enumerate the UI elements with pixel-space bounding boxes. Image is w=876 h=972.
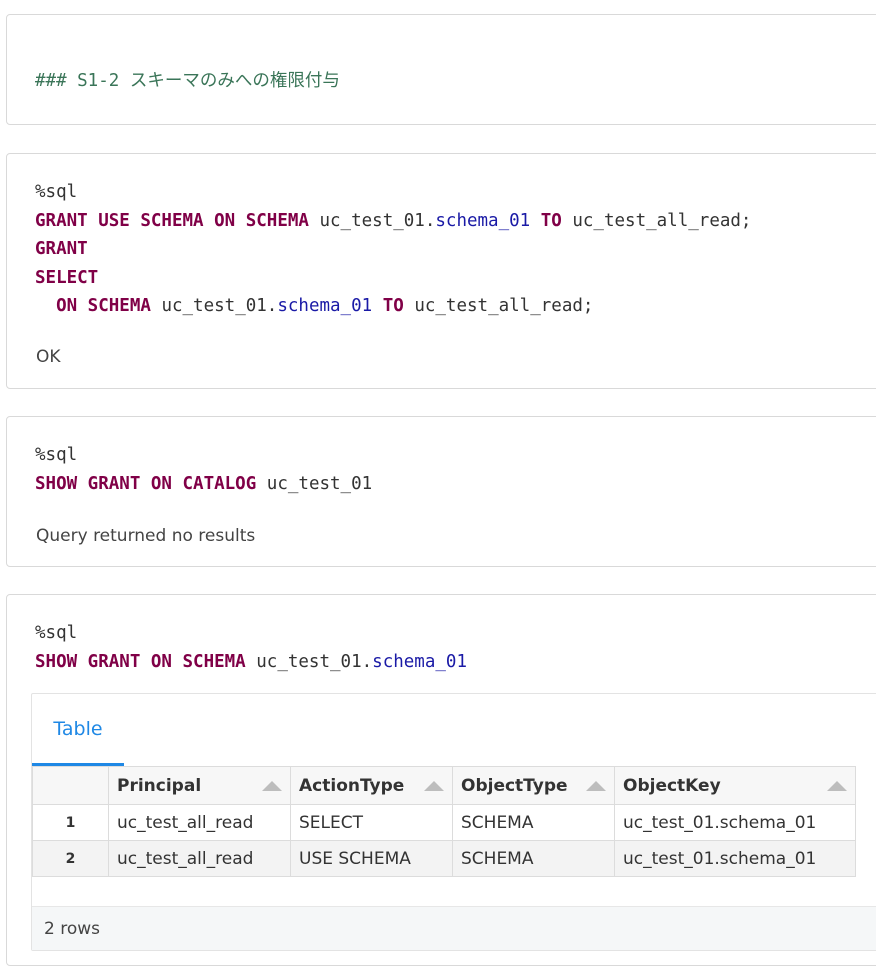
column-header-objecttype[interactable]: ObjectType xyxy=(452,766,615,805)
row-index-header xyxy=(32,766,109,805)
column-header-principal[interactable]: Principal xyxy=(108,766,291,805)
code-line: %sql xyxy=(35,445,78,465)
column-header-actiontype[interactable]: ActionType xyxy=(290,766,453,805)
code-line: GRANT xyxy=(35,239,88,259)
code-line: SHOW GRANT ON CATALOG uc_test_01 xyxy=(35,473,373,494)
code-line: SHOW GRANT ON SCHEMA uc_test_01.schema_0… xyxy=(35,651,467,672)
code-editor[interactable]: %sql SHOW GRANT ON CATALOG uc_test_01 xyxy=(35,441,372,498)
code-line: %sql xyxy=(35,182,78,202)
sql-cell-show-catalog[interactable]: %sql SHOW GRANT ON CATALOG uc_test_01 Qu… xyxy=(6,416,876,567)
table-row: 1 uc_test_all_read SELECT SCHEMA uc_test… xyxy=(32,804,856,841)
code-editor[interactable]: %sql GRANT USE SCHEMA ON SCHEMA uc_test_… xyxy=(35,178,751,321)
table-cell[interactable]: USE SCHEMA xyxy=(290,840,453,877)
sql-cell-grant[interactable]: %sql GRANT USE SCHEMA ON SCHEMA uc_test_… xyxy=(6,153,876,389)
table-header-row: Principal ActionType ObjectType ObjectKe… xyxy=(32,766,856,805)
result-table: Principal ActionType ObjectType ObjectKe… xyxy=(32,766,856,877)
result-table-widget: Table Principal ActionType ObjectType Ob… xyxy=(31,693,876,951)
table-cell[interactable]: uc_test_01.schema_01 xyxy=(614,804,856,841)
table-cell[interactable]: SCHEMA xyxy=(452,804,615,841)
markdown-cell[interactable]: ### S1-2 スキーマのみへの権限付与 xyxy=(6,14,876,125)
table-cell[interactable]: uc_test_01.schema_01 xyxy=(614,840,856,877)
sort-ascending-icon[interactable] xyxy=(827,781,847,791)
table-cell[interactable]: SCHEMA xyxy=(452,840,615,877)
sort-ascending-icon[interactable] xyxy=(424,781,444,791)
tab-table[interactable]: Table xyxy=(32,694,124,766)
sql-cell-show-schema[interactable]: %sql SHOW GRANT ON SCHEMA uc_test_01.sch… xyxy=(6,594,876,966)
table-row: 2 uc_test_all_read USE SCHEMA SCHEMA uc_… xyxy=(32,840,856,877)
sort-ascending-icon[interactable] xyxy=(586,781,606,791)
code-line: %sql xyxy=(35,623,78,643)
cell-result-text: OK xyxy=(36,347,61,367)
code-line: GRANT USE SCHEMA ON SCHEMA uc_test_01.sc… xyxy=(35,210,752,231)
cell-result-text: Query returned no results xyxy=(36,526,256,546)
markdown-source[interactable]: ### S1-2 スキーマのみへの権限付与 xyxy=(35,67,340,96)
sort-ascending-icon[interactable] xyxy=(262,781,282,791)
row-count-footer: 2 rows xyxy=(32,906,876,950)
table-cell[interactable]: SELECT xyxy=(290,804,453,841)
code-editor[interactable]: %sql SHOW GRANT ON SCHEMA uc_test_01.sch… xyxy=(35,619,467,676)
code-line: ON SCHEMA uc_test_01.schema_01 TO uc_tes… xyxy=(56,296,594,316)
column-header-objectkey[interactable]: ObjectKey xyxy=(614,766,856,805)
row-count-label: 2 rows xyxy=(44,918,100,939)
code-line: SELECT xyxy=(35,267,99,288)
row-index: 2 xyxy=(32,840,109,877)
table-cell[interactable]: uc_test_all_read xyxy=(108,840,291,877)
table-cell[interactable]: uc_test_all_read xyxy=(108,804,291,841)
result-tab-bar: Table xyxy=(32,694,876,766)
row-index: 1 xyxy=(32,804,109,841)
